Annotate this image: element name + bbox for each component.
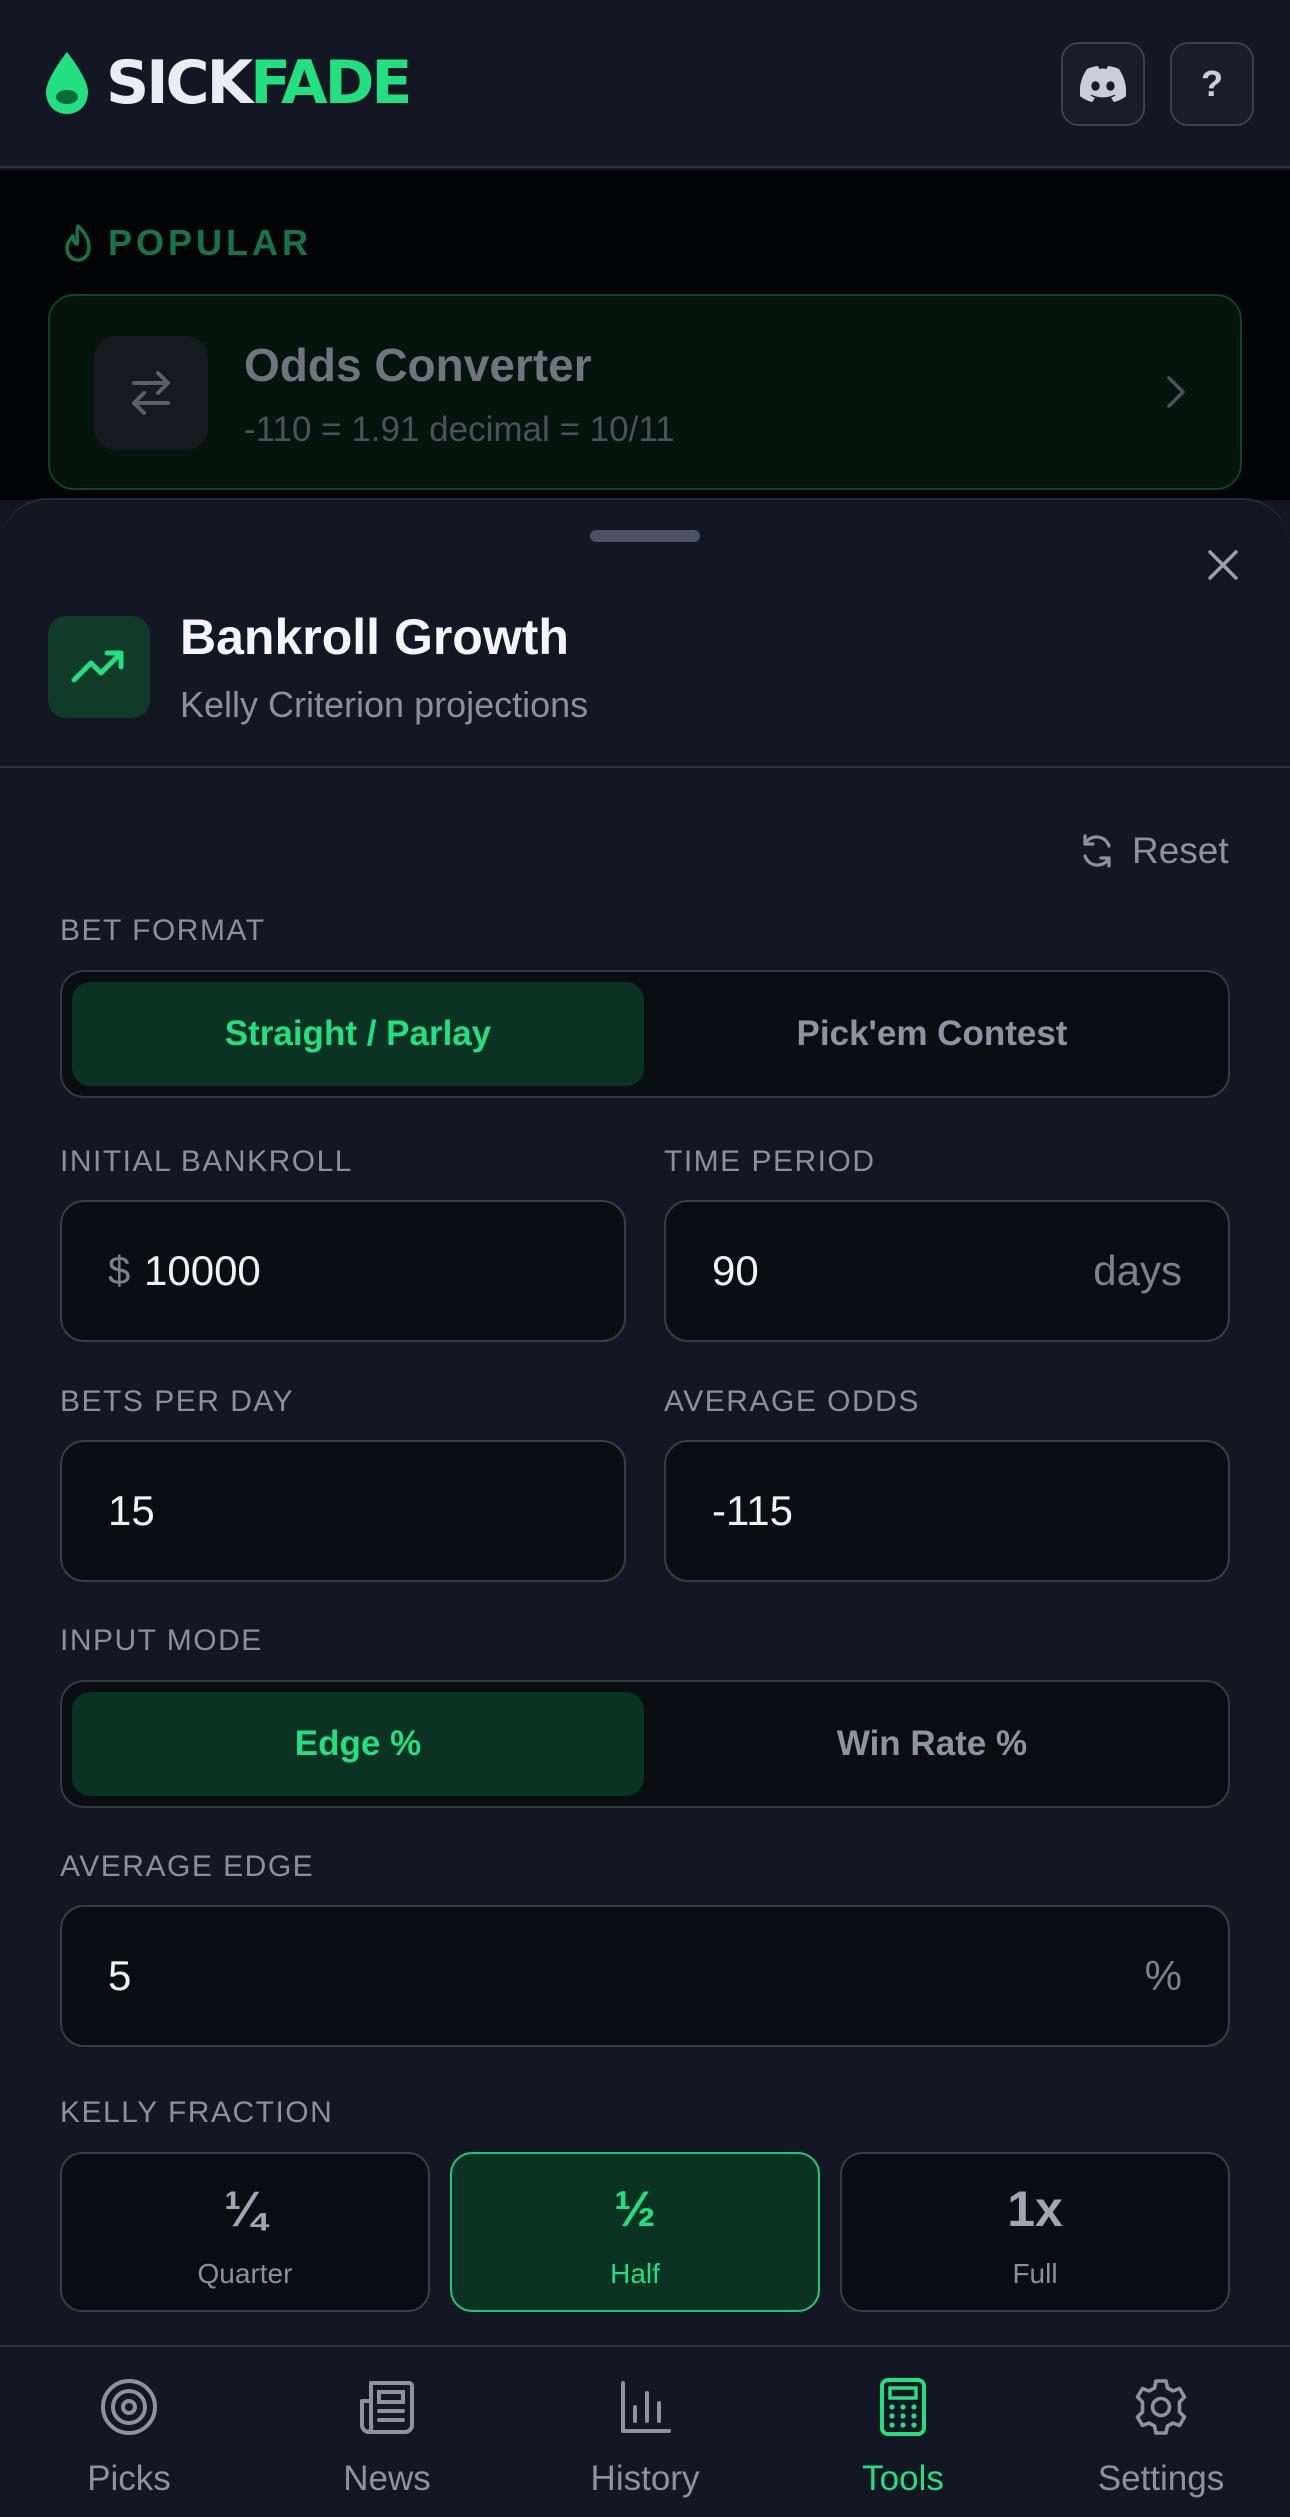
- newspaper-icon: [360, 2381, 414, 2434]
- average-edge-value: 5: [108, 1952, 132, 1999]
- bet-format-straight-parlay[interactable]: Straight / Parlay: [72, 982, 644, 1086]
- popular-label: POPULAR: [108, 222, 313, 263]
- gear-icon: [1135, 2379, 1187, 2435]
- bets-per-day-input[interactable]: 15: [60, 1440, 626, 1582]
- chevron-right-icon: [1167, 376, 1185, 408]
- sheet-title: Bankroll Growth: [180, 609, 569, 665]
- odds-converter-card[interactable]: Odds Converter -110 = 1.91 decimal = 10/…: [48, 294, 1242, 490]
- kelly-full-value: 1x: [1007, 2181, 1063, 2237]
- reset-label: Reset: [1132, 830, 1229, 871]
- kelly-full-label: Full: [1012, 2258, 1058, 2289]
- refresh-icon: [1083, 834, 1111, 868]
- bet-format-pickem-contest[interactable]: Pick'em Contest: [646, 982, 1218, 1086]
- sheet-divider: [0, 766, 1290, 768]
- kelly-half-label: Half: [610, 2258, 660, 2289]
- tab-settings-label: Settings: [1097, 2459, 1225, 2498]
- tab-news-label: News: [343, 2459, 431, 2498]
- initial-bankroll-label: INITIAL BANKROLL: [60, 1145, 353, 1178]
- kelly-half-value: ½: [614, 2181, 656, 2237]
- odds-converter-title: Odds Converter: [244, 339, 592, 391]
- time-period-input[interactable]: 90 days: [664, 1200, 1230, 1342]
- kelly-fraction-label: KELLY FRACTION: [60, 2096, 334, 2129]
- tab-picks-label: Picks: [87, 2459, 171, 2498]
- sheet-drag-handle[interactable]: [590, 530, 700, 542]
- kelly-full-button[interactable]: 1x Full: [840, 2152, 1230, 2312]
- discord-button[interactable]: [1061, 42, 1145, 126]
- kelly-quarter-label: Quarter: [197, 2258, 293, 2289]
- bottom-tab-bar: Picks News History Tools Settings: [0, 2345, 1290, 2517]
- initial-bankroll-input[interactable]: $ 10000: [60, 1200, 626, 1342]
- bets-per-day-value: 15: [108, 1487, 155, 1534]
- kelly-quarter-value: ¼: [224, 2181, 266, 2237]
- sheet-subtitle: Kelly Criterion projections: [180, 684, 589, 725]
- bar-chart-icon: [621, 2381, 671, 2433]
- calculator-icon: [880, 2378, 926, 2436]
- trending-up-icon: [48, 616, 150, 718]
- average-edge-input[interactable]: 5 %: [60, 1905, 1230, 2047]
- kelly-quarter-button[interactable]: ¼ Quarter: [60, 2152, 430, 2312]
- logo-fade: FADE: [250, 48, 412, 118]
- logo-sick: SICK: [106, 48, 253, 118]
- average-odds-input[interactable]: -115: [664, 1440, 1230, 1582]
- target-icon: [101, 2379, 157, 2435]
- odds-converter-subtitle: -110 = 1.91 decimal = 10/11: [244, 410, 675, 449]
- logo-wordmark: SICKFADE: [106, 48, 412, 118]
- input-mode-win-rate[interactable]: Win Rate %: [646, 1692, 1218, 1796]
- tab-tools[interactable]: Tools: [774, 2347, 1032, 2517]
- background-page: POPULAR Odds Converter -110 = 1.91 decim…: [0, 170, 1290, 500]
- time-period-value: 90: [712, 1247, 759, 1294]
- popular-section-header: POPULAR: [62, 222, 312, 264]
- reset-button[interactable]: Reset: [1078, 830, 1229, 872]
- app-header: SICKFADE ?: [0, 0, 1290, 168]
- bet-format-label: BET FORMAT: [60, 914, 266, 947]
- sickfade-logo[interactable]: SICKFADE: [42, 48, 412, 118]
- tab-tools-label: Tools: [862, 2459, 944, 2498]
- input-mode-edge[interactable]: Edge %: [72, 1692, 644, 1796]
- average-edge-label: AVERAGE EDGE: [60, 1850, 315, 1883]
- tab-history[interactable]: History: [516, 2347, 774, 2517]
- input-mode-toggle: Edge % Win Rate %: [60, 1680, 1230, 1808]
- bets-per-day-label: BETS PER DAY: [60, 1385, 295, 1418]
- time-period-unit: days: [1093, 1247, 1182, 1294]
- bet-format-toggle: Straight / Parlay Pick'em Contest: [60, 970, 1230, 1098]
- flame-icon: [65, 224, 91, 262]
- input-mode-label: INPUT MODE: [60, 1624, 263, 1657]
- help-button[interactable]: ?: [1170, 42, 1254, 126]
- bankroll-growth-sheet: Bankroll Growth Kelly Criterion projecti…: [0, 498, 1290, 2348]
- drop-logo-icon: [46, 52, 88, 114]
- percent-suffix: %: [1144, 1952, 1182, 1999]
- close-button[interactable]: [1198, 540, 1248, 590]
- average-odds-value: -115: [712, 1487, 793, 1534]
- discord-icon: [1080, 66, 1126, 102]
- tab-history-label: History: [590, 2459, 700, 2498]
- tab-picks[interactable]: Picks: [0, 2347, 258, 2517]
- initial-bankroll-value: 10000: [144, 1247, 261, 1294]
- time-period-label: TIME PERIOD: [664, 1145, 876, 1178]
- swap-arrows-icon: [94, 336, 208, 450]
- kelly-half-button[interactable]: ½ Half: [450, 2152, 820, 2312]
- close-icon: [1208, 550, 1238, 580]
- tab-news[interactable]: News: [258, 2347, 516, 2517]
- currency-prefix: $: [108, 1249, 131, 1293]
- average-odds-label: AVERAGE ODDS: [664, 1385, 920, 1418]
- tab-settings[interactable]: Settings: [1032, 2347, 1290, 2517]
